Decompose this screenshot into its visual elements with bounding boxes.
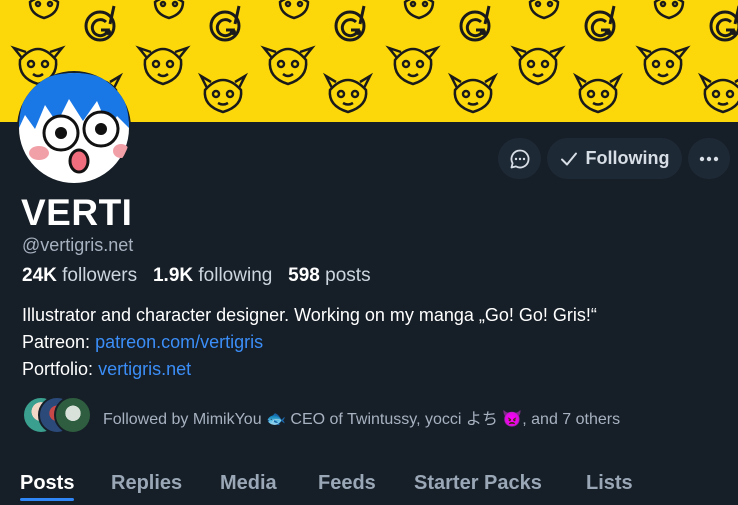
posts-count: 598 — [288, 265, 320, 286]
following-label: Following — [585, 148, 670, 168]
chat-bubble-icon — [510, 149, 529, 168]
more-options-button[interactable] — [688, 138, 730, 179]
profile-avatar[interactable] — [17, 71, 131, 185]
fish-emoji: 🐟 — [266, 411, 286, 428]
tab-posts[interactable]: Posts — [20, 472, 75, 501]
following-button[interactable]: Following — [547, 138, 682, 179]
followed-by-middle: CEO of Twintussy, yocci よち — [285, 411, 498, 428]
tab-feeds[interactable]: Feeds — [318, 472, 376, 495]
followed-by-prefix: Followed by MimikYou — [103, 411, 262, 428]
tab-replies[interactable]: Replies — [111, 472, 182, 495]
following-stat[interactable]: 1.9K following — [153, 265, 278, 286]
checkmark-icon — [560, 152, 577, 165]
followed-by-suffix: , and 7 others — [522, 411, 621, 428]
devil-emoji: 👿 — [502, 411, 523, 428]
patreon-label: Patreon: — [22, 332, 91, 352]
followed-by-text[interactable]: Followed by MimikYou 🐟 CEO of Twintussy,… — [103, 405, 620, 429]
posts-label: posts — [325, 265, 371, 286]
posts-stat: 598 posts — [288, 265, 370, 286]
ellipsis-icon — [699, 156, 719, 161]
portfolio-link[interactable]: vertigris.net — [98, 359, 191, 379]
portfolio-label: Portfolio: — [22, 359, 94, 379]
profile-handle: @vertigris.net — [22, 235, 134, 255]
tab-lists[interactable]: Lists — [586, 472, 633, 495]
followers-label: followers — [62, 265, 138, 286]
known-followers-avatars[interactable] — [22, 396, 92, 434]
following-count: 1.9K — [152, 265, 194, 286]
patreon-link[interactable]: patreon.com/vertigris — [95, 332, 263, 352]
profile-stats: 24K followers 1.9K following 598 posts — [22, 265, 371, 287]
followers-stat[interactable]: 24K followers — [22, 265, 142, 286]
bio-line-1: Illustrator and character designer. Work… — [22, 305, 597, 325]
follower-avatar — [54, 396, 92, 434]
bio-patreon-line: Patreon: patreon.com/vertigris — [22, 329, 732, 356]
message-button[interactable] — [498, 138, 541, 179]
bio-portfolio-line: Portfolio: vertigris.net — [22, 356, 732, 383]
avatar-face — [19, 73, 129, 183]
tab-starter-packs[interactable]: Starter Packs — [414, 472, 542, 495]
tab-media[interactable]: Media — [220, 472, 277, 495]
display-name: VERTI — [21, 192, 133, 233]
followers-count: 24K — [22, 265, 57, 286]
profile-bio: Illustrator and character designer. Work… — [22, 302, 732, 383]
following-label-stat: following — [198, 265, 273, 286]
